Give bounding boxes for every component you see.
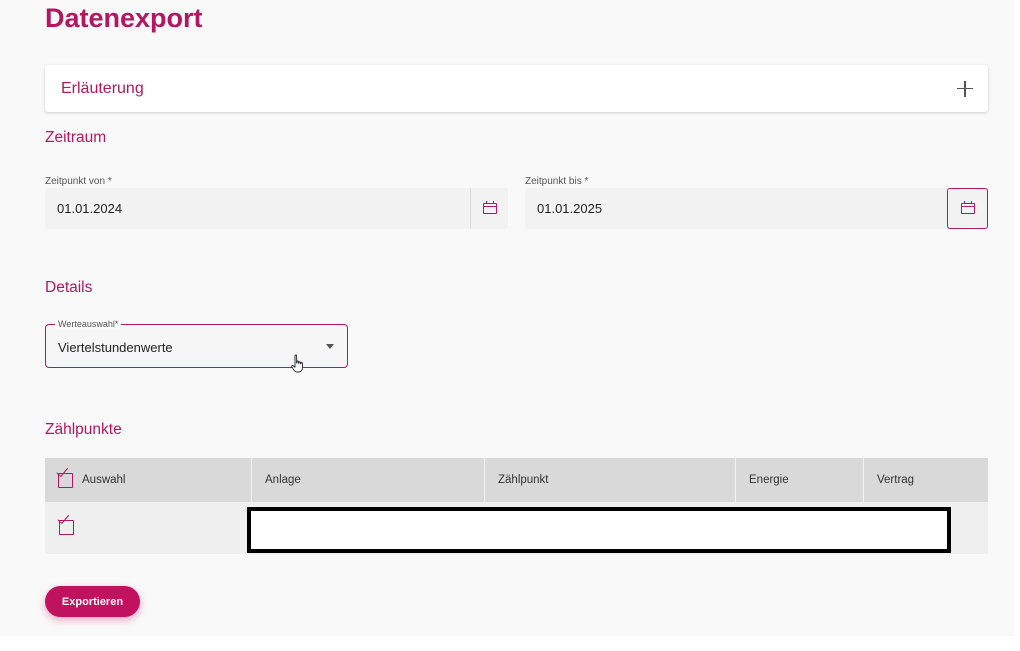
date-from-field[interactable]: 01.01.2024 bbox=[45, 188, 508, 229]
row-checkbox[interactable] bbox=[59, 520, 74, 535]
page: Datenexport Erläuterung Zeitraum Zeitpun… bbox=[0, 0, 1014, 636]
caret-down-icon[interactable] bbox=[326, 343, 334, 349]
section-title-zeitraum: Zeitraum bbox=[45, 129, 107, 146]
page-title: Datenexport bbox=[45, 3, 203, 33]
date-from-value[interactable]: 01.01.2024 bbox=[45, 201, 470, 216]
column-header-energie[interactable]: Energie bbox=[736, 458, 864, 502]
column-label: Auswahl bbox=[82, 474, 126, 486]
plus-icon[interactable] bbox=[956, 80, 974, 98]
column-header-vertrag[interactable]: Vertrag bbox=[864, 458, 988, 502]
redaction-box bbox=[247, 507, 951, 553]
value-select-value[interactable]: Viertelstundenwerte bbox=[46, 340, 326, 355]
date-to-field[interactable]: 01.01.2025 bbox=[525, 188, 988, 229]
select-all-checkbox[interactable] bbox=[58, 472, 73, 488]
explanation-label: Erläuterung bbox=[61, 79, 144, 97]
date-from-label: Zeitpunkt von * bbox=[45, 176, 112, 187]
date-to-label: Zeitpunkt bis * bbox=[525, 176, 589, 187]
section-title-zaehlpunkte: Zählpunkte bbox=[45, 421, 122, 438]
hand-cursor-icon bbox=[291, 354, 303, 373]
table-header: Auswahl Anlage Zählpunkt Energie Vertrag bbox=[45, 458, 988, 502]
value-select-label: Werteauswahl* bbox=[55, 319, 122, 330]
column-header-anlage[interactable]: Anlage bbox=[252, 458, 485, 502]
date-to-value[interactable]: 01.01.2025 bbox=[525, 201, 947, 216]
calendar-icon bbox=[960, 201, 975, 214]
section-title-details: Details bbox=[45, 279, 93, 296]
column-header-zaehlpunkt[interactable]: Zählpunkt bbox=[485, 458, 736, 502]
explanation-accordion[interactable]: Erläuterung bbox=[45, 65, 988, 112]
export-button[interactable]: Exportieren bbox=[45, 586, 140, 617]
column-header-auswahl[interactable]: Auswahl bbox=[45, 458, 252, 502]
calendar-icon bbox=[482, 201, 497, 214]
meter-points-table: Auswahl Anlage Zählpunkt Energie Vertrag bbox=[45, 458, 988, 554]
table-row[interactable] bbox=[45, 502, 988, 554]
date-to-calendar-button[interactable] bbox=[947, 188, 988, 229]
date-from-calendar-button[interactable] bbox=[470, 188, 508, 229]
